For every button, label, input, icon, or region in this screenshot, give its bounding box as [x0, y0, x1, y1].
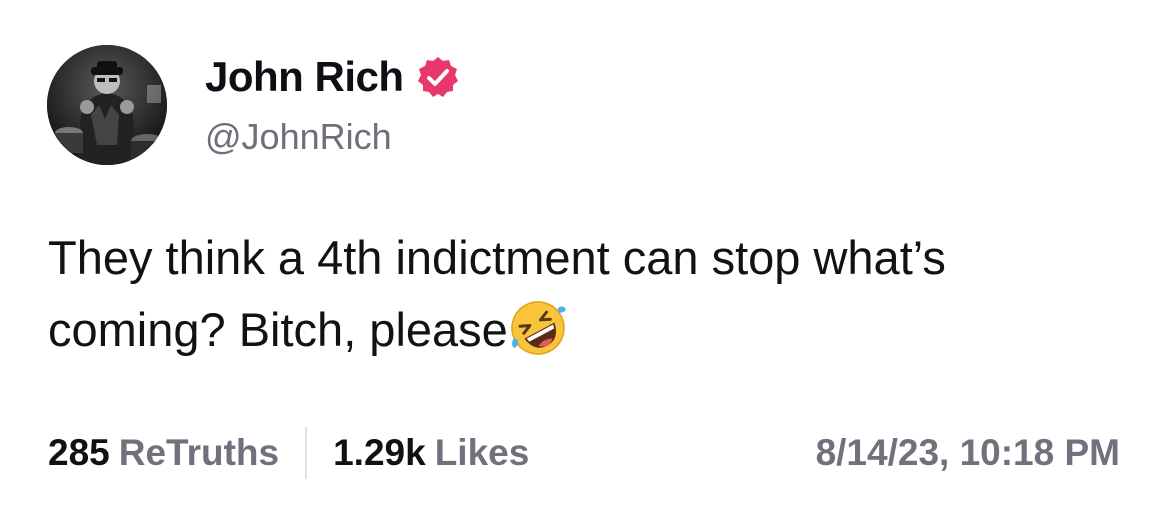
stats-divider: [305, 427, 308, 479]
retruths-label: ReTruths: [118, 432, 280, 473]
display-name[interactable]: John Rich: [205, 53, 404, 101]
user-handle[interactable]: @JohnRich: [205, 116, 392, 158]
retruths-count: 285: [48, 432, 110, 473]
retruths-stat[interactable]: 285 ReTruths: [48, 432, 279, 474]
likes-stat[interactable]: 1.29k Likes: [333, 432, 529, 474]
likes-label: Likes: [434, 432, 530, 473]
avatar-photo: [47, 45, 167, 165]
post-stats: 285 ReTruths 1.29k Likes: [48, 425, 529, 481]
rolling-on-the-floor-laughing-emoji: [511, 301, 566, 355]
avatar[interactable]: [47, 45, 167, 165]
verified-badge-icon: [417, 57, 458, 97]
post-body: They think a 4th indictment can stop wha…: [48, 231, 946, 356]
post-text: They think a 4th indictment can stop wha…: [48, 222, 1128, 366]
likes-count: 1.29k: [333, 432, 426, 473]
post-timestamp[interactable]: 8/14/23, 10:18 PM: [816, 425, 1120, 481]
